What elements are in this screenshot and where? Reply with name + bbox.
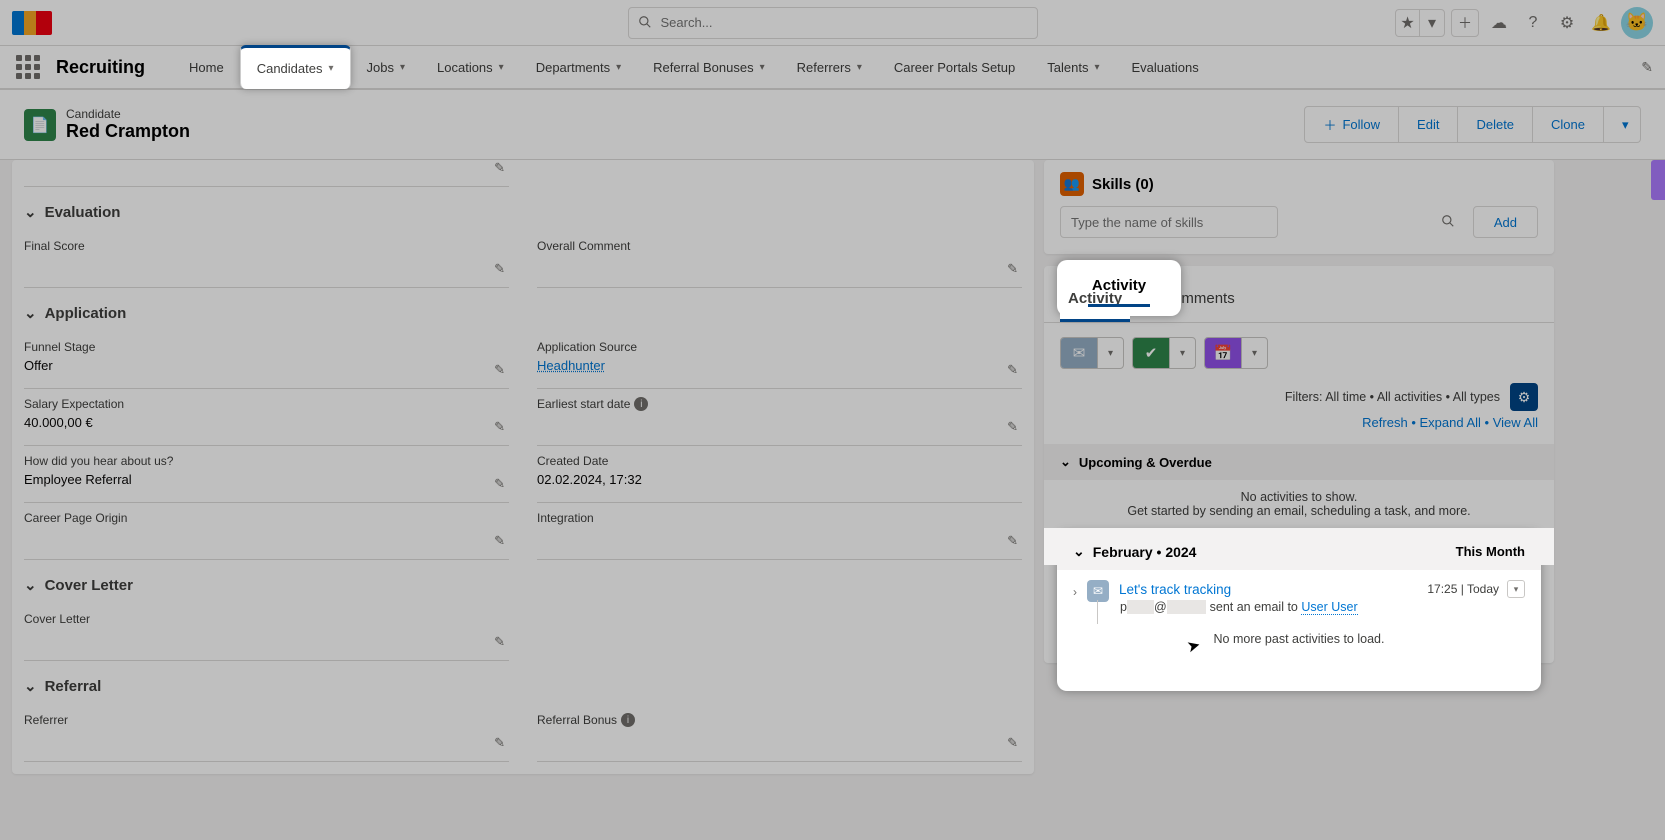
skills-icon: 👥	[1060, 172, 1084, 196]
app-launcher-icon[interactable]	[12, 51, 44, 83]
application-source-link[interactable]: Headhunter	[537, 358, 1022, 374]
global-header: ★ ▾ ＋ ☁ ? ⚙ 🔔 🐱	[0, 0, 1665, 46]
chevron-down-icon[interactable]: ▾	[1169, 338, 1195, 368]
trailhead-icon[interactable]: ☁	[1485, 9, 1513, 37]
app-logo	[12, 11, 52, 35]
chevron-down-icon[interactable]: ▾	[616, 62, 621, 73]
pencil-icon[interactable]: ✎	[494, 362, 505, 378]
pencil-icon[interactable]: ✎	[494, 533, 505, 549]
upcoming-section-header[interactable]: ⌄Upcoming & Overdue	[1044, 444, 1554, 480]
chevron-down-icon[interactable]: ▾	[499, 62, 504, 73]
add-skill-button[interactable]: Add	[1473, 206, 1538, 238]
help-icon[interactable]: ?	[1519, 9, 1547, 37]
pencil-icon[interactable]: ✎	[1007, 533, 1018, 549]
section-application: ⌄Application Funnel StageOffer✎ Applicat…	[24, 288, 1022, 560]
chevron-down-icon[interactable]: ▾	[328, 63, 333, 74]
pencil-icon[interactable]: ✎	[1007, 419, 1018, 435]
nav-tab-candidates[interactable]: Candidates▾	[240, 45, 351, 89]
pencil-icon[interactable]: ✎	[1007, 735, 1018, 751]
new-event-button[interactable]: 📅▾	[1204, 337, 1268, 369]
app-nav: Recruiting Home Candidates▾ Jobs▾ Locati…	[0, 46, 1665, 90]
new-task-button[interactable]: ✔▾	[1132, 337, 1196, 369]
pencil-icon[interactable]: ✎	[494, 476, 505, 492]
delete-button[interactable]: Delete	[1458, 106, 1533, 143]
nav-tab-locations[interactable]: Locations▾	[421, 45, 520, 89]
expand-all-link[interactable]: Expand All	[1419, 415, 1480, 430]
more-actions-button[interactable]: ▾	[1604, 106, 1641, 143]
section-evaluation: ⌄Evaluation Final Score ✎ Overall Commen…	[24, 187, 1022, 288]
chevron-down-icon[interactable]: ⌄	[24, 203, 37, 221]
chevron-down-icon: ⌄	[1060, 454, 1071, 470]
chevron-down-icon[interactable]: ▾	[857, 62, 862, 73]
chevron-down-icon[interactable]: ⌄	[24, 304, 37, 322]
filter-settings-button[interactable]: ⚙	[1510, 383, 1538, 411]
info-icon[interactable]: i	[634, 397, 648, 411]
record-name: Red Crampton	[66, 121, 190, 142]
clone-button[interactable]: Clone	[1533, 106, 1604, 143]
search-icon	[638, 15, 652, 34]
chevron-down-icon[interactable]: ⌄	[24, 677, 37, 695]
section-referral: ⌄Referral Referrer✎ Referral Bonusi✎	[24, 661, 1022, 762]
chevron-down-icon[interactable]: ▾	[760, 62, 765, 73]
skills-panel: 👥 Skills (0) Add	[1044, 160, 1554, 254]
edit-nav-icon[interactable]: ✎	[1641, 59, 1653, 76]
chevron-down-icon[interactable]: ▾	[1241, 338, 1267, 368]
activity-filters-text: Filters: All time • All activities • All…	[1285, 390, 1500, 404]
pencil-icon[interactable]: ✎	[494, 634, 505, 650]
record-header: 📄 Candidate Red Crampton ＋Follow Edit De…	[0, 90, 1665, 160]
record-type-icon: 📄	[24, 109, 56, 141]
follow-button[interactable]: ＋Follow	[1304, 106, 1399, 143]
chevron-down-icon[interactable]: ⌄	[24, 576, 37, 594]
nav-tab-referral-bonuses[interactable]: Referral Bonuses▾	[637, 45, 780, 89]
event-icon: 📅	[1205, 338, 1241, 368]
chevron-down-icon[interactable]: ▾	[1420, 10, 1444, 36]
pencil-icon[interactable]: ✎	[1007, 362, 1018, 378]
chevron-down-icon[interactable]: ▾	[1097, 338, 1123, 368]
nav-tab-home[interactable]: Home	[173, 45, 240, 89]
favorites-split[interactable]: ★ ▾	[1395, 9, 1445, 37]
upcoming-empty-state: No activities to show. Get started by se…	[1044, 480, 1554, 528]
info-icon[interactable]: i	[621, 713, 635, 727]
skills-search-input[interactable]	[1060, 206, 1278, 238]
field-final-score: Final Score ✎	[24, 231, 509, 288]
field-overall-comment: Overall Comment ✎	[537, 231, 1022, 288]
pencil-icon[interactable]: ✎	[494, 261, 505, 277]
new-email-button[interactable]: ✉▾	[1060, 337, 1124, 369]
global-search	[628, 7, 1038, 39]
utility-side-tab[interactable]	[1651, 160, 1665, 200]
email-icon: ✉	[1061, 338, 1097, 368]
section-cover-letter: ⌄Cover Letter Cover Letter✎	[24, 560, 1022, 661]
task-icon: ✔	[1133, 338, 1169, 368]
notifications-icon[interactable]: 🔔	[1587, 9, 1615, 37]
pencil-icon[interactable]: ✎	[494, 735, 505, 751]
avatar[interactable]: 🐱	[1621, 7, 1653, 39]
edit-button[interactable]: Edit	[1399, 106, 1458, 143]
record-type-label: Candidate	[66, 107, 190, 121]
refresh-link[interactable]: Refresh	[1362, 415, 1408, 430]
chevron-down-icon[interactable]: ▾	[1094, 62, 1099, 73]
pencil-icon[interactable]: ✎	[1007, 261, 1018, 277]
chevron-down-icon[interactable]: ▾	[400, 62, 405, 73]
nav-tab-referrers[interactable]: Referrers▾	[781, 45, 878, 89]
app-name: Recruiting	[56, 57, 145, 78]
setup-gear-icon[interactable]: ⚙	[1553, 9, 1581, 37]
pencil-icon[interactable]: ✎	[494, 419, 505, 435]
skills-title: Skills (0)	[1092, 176, 1154, 193]
nav-tab-evaluations[interactable]: Evaluations	[1116, 45, 1215, 89]
view-all-link[interactable]: View All	[1493, 415, 1538, 430]
nav-tab-jobs[interactable]: Jobs▾	[351, 45, 422, 89]
star-icon[interactable]: ★	[1396, 10, 1420, 36]
nav-tab-talents[interactable]: Talents▾	[1031, 45, 1115, 89]
global-add-button[interactable]: ＋	[1451, 9, 1479, 37]
nav-tab-career-portals[interactable]: Career Portals Setup	[878, 45, 1031, 89]
pencil-icon[interactable]: ✎	[494, 160, 505, 176]
nav-tab-departments[interactable]: Departments▾	[520, 45, 637, 89]
detail-card: ✎ ⌄Evaluation Final Score ✎ Overall Comm…	[12, 160, 1034, 774]
search-input[interactable]	[628, 7, 1038, 39]
search-icon	[1441, 214, 1455, 233]
